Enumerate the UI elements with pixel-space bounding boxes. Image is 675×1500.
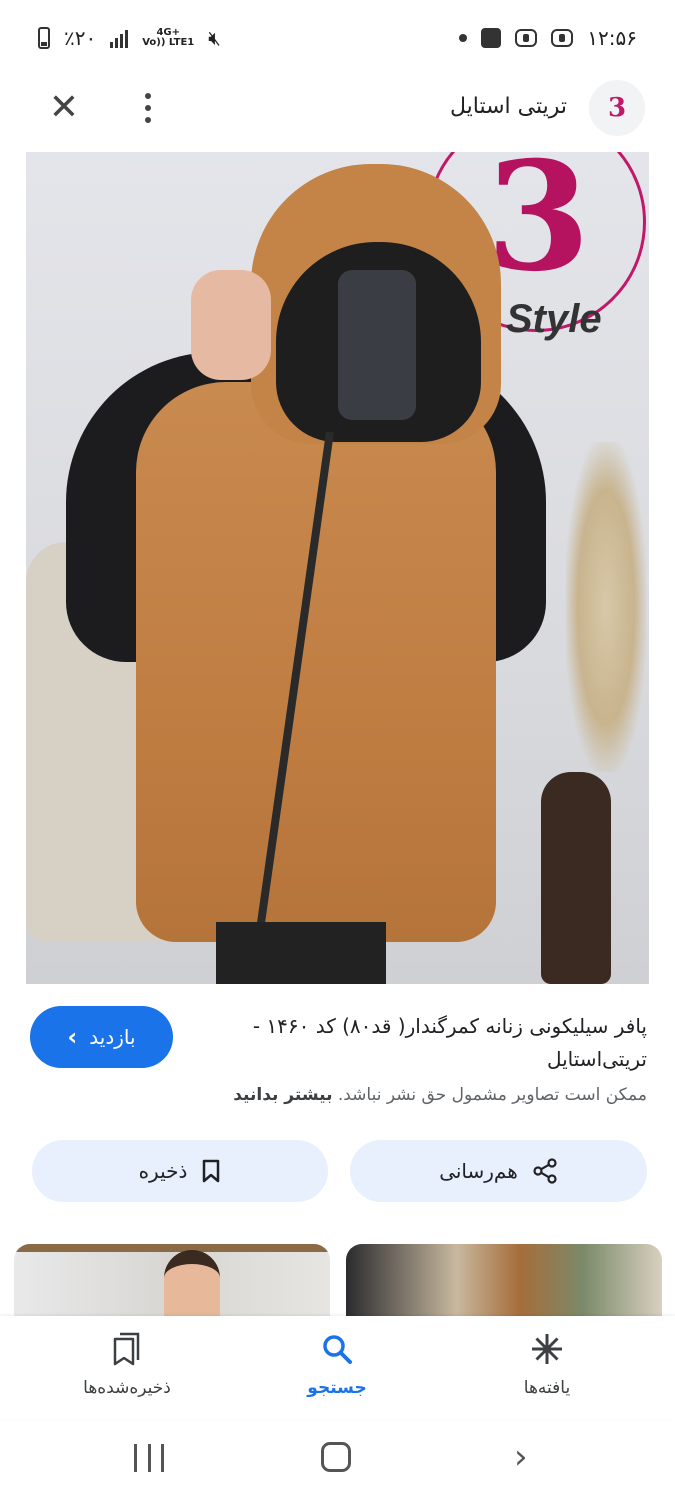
collections-icon xyxy=(113,1332,140,1366)
bottom-nav: ذخیره‌شده‌ها جستجو یافته‌ها xyxy=(0,1316,675,1420)
related-image-right[interactable] xyxy=(346,1244,662,1316)
camel-vest-photo xyxy=(136,382,496,942)
share-icon xyxy=(533,1158,557,1184)
product-image[interactable]: 3 Style xyxy=(26,152,649,984)
visit-label: بازدید xyxy=(89,1025,136,1049)
save-label: ذخیره xyxy=(138,1159,188,1183)
asterisk-icon xyxy=(532,1334,562,1364)
copyright-text: ممکن است تصاویر مشمول حق نشر نباشد. xyxy=(337,1085,647,1105)
phone-photo xyxy=(338,270,416,420)
checkbox-notification-icon xyxy=(481,28,502,48)
system-nav-bar: › xyxy=(0,1420,675,1500)
brand-number: 3 xyxy=(486,152,591,305)
home-icon[interactable] xyxy=(321,1442,351,1472)
dried-plant-photo xyxy=(566,442,646,772)
nav-saved-label: ذخیره‌شده‌ها xyxy=(83,1378,171,1398)
model-photo xyxy=(164,1250,220,1316)
title-bar: ✕ تریتی استایل 3 xyxy=(0,76,675,140)
network-bottom: Vo)) LTE1 xyxy=(142,37,195,48)
chevron-left-icon: ‹ xyxy=(67,1023,78,1051)
copyright-notice: ممکن است تصاویر مشمول حق نشر نباشد. بیشت… xyxy=(27,1085,647,1105)
vase-photo xyxy=(541,772,611,984)
brand-style-text: Style xyxy=(506,297,602,341)
video-app-2-icon xyxy=(551,29,574,47)
nav-search[interactable]: جستجو xyxy=(257,1332,417,1398)
related-image-left[interactable] xyxy=(14,1244,330,1316)
mute-icon: 🔇︎ xyxy=(208,26,221,50)
legs-photo xyxy=(216,922,386,984)
network-type-icon: 4G+ Vo)) LTE1 xyxy=(142,28,194,48)
share-button[interactable]: هم‌رسانی xyxy=(350,1140,647,1202)
battery-percent: ٪۲۰ xyxy=(64,26,97,50)
recent-apps-icon[interactable] xyxy=(134,1444,164,1472)
battery-icon xyxy=(38,27,50,49)
search-icon xyxy=(323,1335,352,1364)
visit-button[interactable]: ‹ بازدید xyxy=(30,1006,173,1068)
clothes-rack-photo xyxy=(14,1244,330,1252)
nav-search-label: جستجو xyxy=(307,1378,367,1398)
result-title[interactable]: پافر سیلیکونی زنانه کمرگندار( قد۸۰) کد ۱… xyxy=(192,1010,647,1076)
learn-more-link[interactable]: بیشتر بدانید xyxy=(233,1085,332,1105)
status-time: ۱۲:۵۶ xyxy=(587,26,637,50)
status-bar: ٪۲۰ 4G+ Vo)) LTE1 🔇︎ ۱۲:۵۶ xyxy=(0,0,675,76)
status-left: ٪۲۰ 4G+ Vo)) LTE1 🔇︎ xyxy=(38,26,221,50)
more-vert-icon[interactable] xyxy=(136,88,160,128)
hand-photo xyxy=(191,270,271,380)
back-icon[interactable]: › xyxy=(514,1440,528,1474)
site-logo-text: 3 xyxy=(607,93,627,123)
signal-icon xyxy=(110,28,129,48)
close-icon[interactable]: ✕ xyxy=(44,88,84,128)
site-title[interactable]: تریتی استایل xyxy=(450,94,567,119)
video-app-icon xyxy=(515,29,538,47)
status-right: ۱۲:۵۶ xyxy=(459,26,637,50)
nav-saved[interactable]: ذخیره‌شده‌ها xyxy=(47,1332,207,1398)
save-button[interactable]: ذخیره xyxy=(32,1140,328,1202)
nav-discover-label: یافته‌ها xyxy=(523,1378,571,1398)
site-logo[interactable]: 3 xyxy=(589,80,645,136)
notification-dot-icon xyxy=(459,34,468,42)
share-label: هم‌رسانی xyxy=(439,1159,518,1183)
bookmark-icon xyxy=(203,1159,220,1183)
nav-discover[interactable]: یافته‌ها xyxy=(467,1332,627,1398)
